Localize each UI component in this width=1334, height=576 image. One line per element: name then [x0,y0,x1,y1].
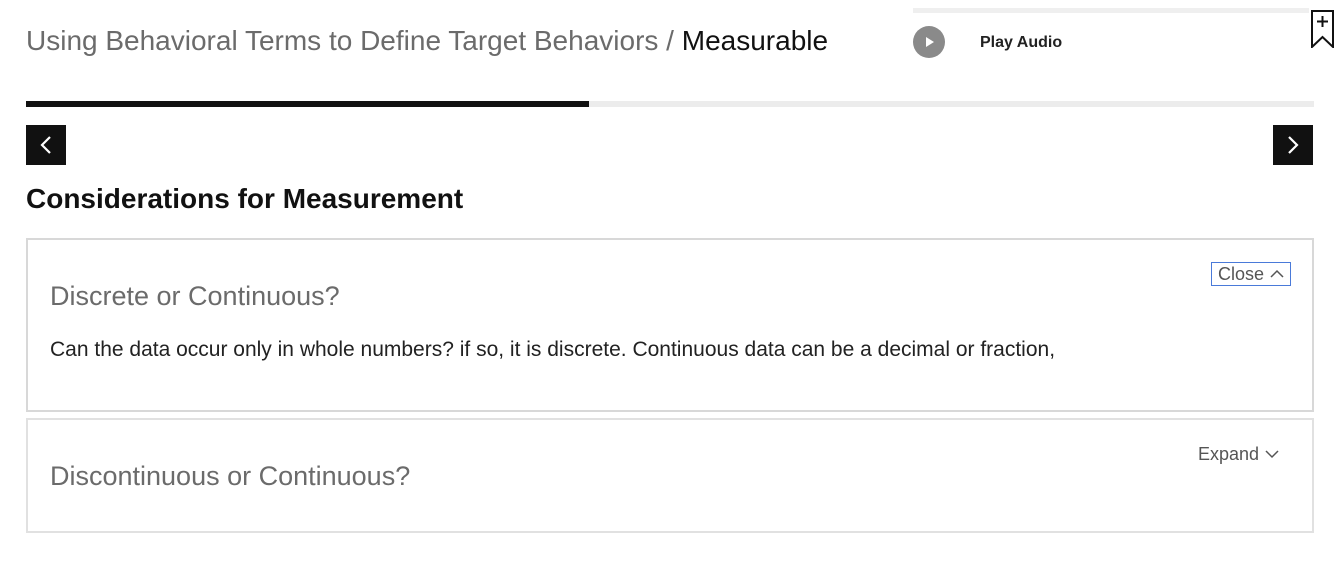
chevron-down-icon [1265,450,1279,459]
breadcrumb-parent: Using Behavioral Terms to Define Target … [26,25,659,56]
previous-button[interactable] [26,125,66,165]
play-icon [926,37,934,47]
page-title: Using Behavioral Terms to Define Target … [26,22,828,60]
lesson-progress-bar [26,101,1314,107]
chevron-right-icon [1288,136,1299,154]
bookmark-button[interactable] [1310,10,1334,50]
toggle-label: Expand [1198,443,1260,464]
accordion-body: Can the data occur only in whole numbers… [50,338,1056,361]
toggle-label: Close [1218,263,1265,284]
audio-player: Play Audio [913,0,1309,86]
play-audio-button[interactable] [913,26,945,58]
accordion-title[interactable]: Discontinuous or Continuous? [50,458,410,494]
audio-track[interactable] [913,8,1309,13]
chevron-left-icon [40,136,51,154]
play-audio-label[interactable]: Play Audio [980,34,1062,52]
progress-fill [26,101,589,107]
close-button[interactable]: Close [1211,262,1292,286]
bookmark-add-icon [1311,10,1334,50]
accordion-discontinuous-or-continuous: Expand Discontinuous or Continuous? [26,418,1314,533]
section-heading: Considerations for Measurement [26,183,464,214]
accordion-title[interactable]: Discrete or Continuous? [50,278,340,314]
breadcrumb-current: Measurable [681,25,829,56]
accordion-discrete-or-continuous: Close Discrete or Continuous? Can the da… [26,238,1314,412]
chevron-up-icon [1270,269,1284,278]
breadcrumb-separator: / [658,25,682,56]
expand-button[interactable]: Expand [1191,442,1287,466]
next-button[interactable] [1273,125,1313,165]
